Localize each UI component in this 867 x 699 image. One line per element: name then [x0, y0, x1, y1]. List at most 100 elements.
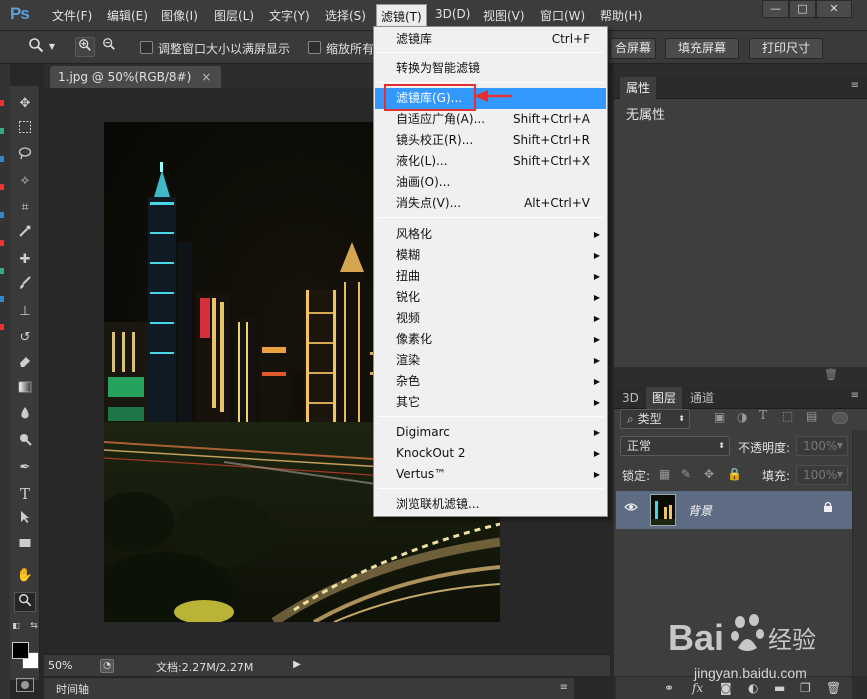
- menu-item-adaptive-wide-angle[interactable]: 自适应广角(A)... Shift+Ctrl+A: [375, 109, 606, 130]
- tab-properties[interactable]: 属性: [620, 77, 657, 99]
- folder-icon[interactable]: ▬: [774, 681, 785, 695]
- minimize-button[interactable]: —: [762, 0, 789, 18]
- properties-trash-icon[interactable]: 🗑: [824, 368, 838, 381]
- properties-panel-menu-icon[interactable]: ≡: [851, 80, 859, 91]
- resize-windows-checkbox[interactable]: [140, 41, 153, 54]
- rectangle-tool-icon[interactable]: [14, 536, 36, 556]
- fit-screen-button[interactable]: 合屏幕: [610, 38, 656, 59]
- menu-item-blur[interactable]: 模糊 ▶: [375, 245, 606, 266]
- status-menu-arrow-icon[interactable]: ▶: [290, 659, 304, 673]
- menu-view[interactable]: 视图(V): [483, 7, 525, 24]
- lock-image-icon[interactable]: ✎: [681, 467, 691, 481]
- pen-tool-icon[interactable]: ✒: [14, 458, 36, 478]
- fx-icon[interactable]: fx: [692, 681, 703, 695]
- layers-panel-menu-icon[interactable]: ≡: [851, 390, 859, 401]
- menu-item-noise[interactable]: 杂色 ▶: [375, 371, 606, 392]
- filter-smart-object-icon[interactable]: ▤: [806, 409, 817, 423]
- menu-item-lens-correction[interactable]: 镜头校正(R)... Shift+Ctrl+R: [375, 130, 606, 151]
- gradient-tool-icon[interactable]: [14, 380, 36, 400]
- menu-window[interactable]: 窗口(W): [540, 7, 585, 24]
- menu-item-sharpen[interactable]: 锐化 ▶: [375, 287, 606, 308]
- move-tool-icon[interactable]: ✥: [14, 94, 36, 114]
- zoom-tool-active-icon[interactable]: [14, 592, 36, 612]
- foreground-color-swatch[interactable]: [12, 642, 29, 659]
- proof-icon[interactable]: ◔: [100, 659, 114, 673]
- menu-item-browse-online-filters[interactable]: 浏览联机滤镜...: [375, 494, 606, 515]
- filter-type-icon[interactable]: T: [759, 408, 767, 422]
- blend-mode-select[interactable]: 正常 ⬍: [620, 436, 730, 456]
- menu-image[interactable]: 图像(I): [161, 7, 198, 24]
- healing-brush-tool-icon[interactable]: ✚: [14, 250, 36, 270]
- magic-wand-tool-icon[interactable]: ✧: [14, 172, 36, 192]
- lasso-tool-icon[interactable]: [14, 146, 36, 166]
- adjustment-icon[interactable]: ◐: [748, 681, 758, 695]
- menu-select[interactable]: 选择(S): [325, 7, 366, 24]
- type-tool-icon[interactable]: T: [14, 484, 36, 504]
- filter-adjustment-icon[interactable]: ◑: [737, 410, 747, 424]
- menu-item-digimarc[interactable]: Digimarc ▶: [375, 422, 606, 443]
- timeline-label[interactable]: 时间轴: [56, 681, 89, 697]
- crop-tool-icon[interactable]: ⌗: [14, 198, 36, 218]
- mask-icon[interactable]: ◙: [720, 681, 732, 695]
- opacity-input[interactable]: 100% ▼: [796, 436, 848, 456]
- menu-help[interactable]: 帮助(H): [600, 7, 642, 24]
- menu-item-vertus[interactable]: Vertus™ ▶: [375, 464, 606, 485]
- print-size-button[interactable]: 打印尺寸: [749, 38, 823, 59]
- menu-item-other[interactable]: 其它 ▶: [375, 392, 606, 413]
- new-layer-icon[interactable]: ❐: [800, 681, 811, 695]
- brush-tool-icon[interactable]: [14, 276, 36, 296]
- menu-item-stylize[interactable]: 风格化 ▶: [375, 224, 606, 245]
- clone-stamp-tool-icon[interactable]: ⊥: [14, 302, 36, 322]
- fill-input[interactable]: 100% ▼: [796, 465, 848, 485]
- quick-mask-icon[interactable]: [16, 678, 34, 692]
- tab-channels[interactable]: 通道: [684, 387, 720, 409]
- hand-tool-icon[interactable]: ✋: [14, 566, 36, 586]
- menu-item-convert-smart-filter[interactable]: 转换为智能滤镜: [375, 58, 606, 79]
- menu-item-render[interactable]: 渲染 ▶: [375, 350, 606, 371]
- menu-item-vanishing-point[interactable]: 消失点(V)... Alt+Ctrl+V: [375, 193, 606, 214]
- dodge-tool-icon[interactable]: [14, 432, 36, 452]
- zoom-in-icon[interactable]: [75, 37, 95, 57]
- default-colors-icon[interactable]: ◧: [10, 620, 22, 632]
- fill-screen-button[interactable]: 填充屏幕: [665, 38, 739, 59]
- timeline-menu-icon[interactable]: ≡: [560, 682, 568, 693]
- zoom-tool-icon[interactable]: [26, 37, 46, 57]
- menu-item-oil-paint[interactable]: 油画(O)...: [375, 172, 606, 193]
- eraser-tool-icon[interactable]: [14, 354, 36, 374]
- trash-icon[interactable]: 🗑: [826, 681, 841, 695]
- maximize-button[interactable]: □: [789, 0, 816, 18]
- path-selection-tool-icon[interactable]: [14, 510, 36, 530]
- filter-shape-icon[interactable]: ⬚: [782, 409, 793, 423]
- menu-item-knockout[interactable]: KnockOut 2 ▶: [375, 443, 606, 464]
- lock-position-icon[interactable]: ✥: [704, 467, 714, 481]
- lock-transparent-icon[interactable]: ▦: [659, 467, 670, 481]
- menu-item-distort[interactable]: 扭曲 ▶: [375, 266, 606, 287]
- filter-toggle-switch[interactable]: [832, 412, 848, 424]
- menu-file[interactable]: 文件(F): [52, 7, 92, 24]
- menu-item-pixelate[interactable]: 像素化 ▶: [375, 329, 606, 350]
- menu-3d[interactable]: 3D(D): [435, 7, 470, 21]
- layer-row-background[interactable]: 背景: [616, 491, 852, 529]
- lock-all-icon[interactable]: 🔒: [727, 467, 742, 481]
- close-document-icon[interactable]: ×: [201, 70, 211, 84]
- tab-3d[interactable]: 3D: [616, 387, 645, 409]
- layers-scrollbar[interactable]: [852, 430, 867, 676]
- eyedropper-tool-icon[interactable]: [14, 224, 36, 244]
- close-window-button[interactable]: ✕: [816, 0, 852, 18]
- menu-layer[interactable]: 图层(L): [214, 7, 254, 24]
- menu-item-liquify[interactable]: 液化(L)... Shift+Ctrl+X: [375, 151, 606, 172]
- link-icon[interactable]: ⚭: [664, 681, 674, 695]
- menu-item-video[interactable]: 视频 ▶: [375, 308, 606, 329]
- marquee-tool-icon[interactable]: [14, 120, 36, 140]
- zoom-level[interactable]: 50%: [48, 659, 72, 672]
- tab-layers[interactable]: 图层: [646, 387, 683, 409]
- zoom-out-icon[interactable]: [99, 37, 119, 57]
- menu-edit[interactable]: 编辑(E): [107, 7, 148, 24]
- layer-filter-kind-select[interactable]: ⌕ 类型 ⬍: [620, 409, 690, 429]
- filter-pixel-icon[interactable]: ▣: [714, 410, 725, 424]
- blur-tool-icon[interactable]: [14, 406, 36, 426]
- menu-item-last-filter[interactable]: 滤镜库 Ctrl+F: [375, 29, 606, 50]
- menu-type[interactable]: 文字(Y): [269, 7, 310, 24]
- tool-preset-dropdown-icon[interactable]: ▼: [46, 37, 58, 57]
- layer-name[interactable]: 背景: [688, 502, 712, 519]
